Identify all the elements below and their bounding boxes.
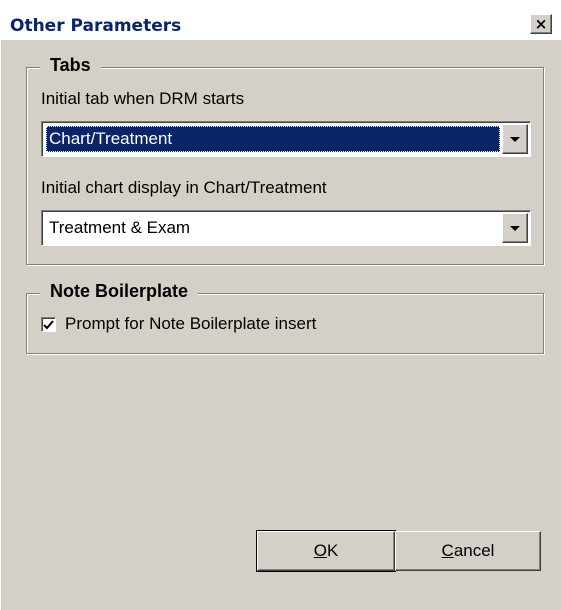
initial-chart-value: Treatment & Exam (49, 218, 191, 237)
initial-tab-dropdown-button[interactable] (502, 124, 528, 154)
initial-tab-select[interactable]: Chart/Treatment (41, 121, 531, 157)
ok-button-label: OK (313, 541, 339, 560)
checkmark-icon (43, 319, 54, 329)
chevron-down-icon (510, 225, 520, 231)
tabs-group-title: Tabs (40, 55, 101, 76)
ok-button[interactable]: OK (256, 530, 396, 572)
prompt-boilerplate-checkbox[interactable] (41, 317, 56, 332)
initial-chart-label: Initial chart display in Chart/Treatment (41, 178, 327, 197)
chevron-down-icon (510, 136, 520, 142)
initial-chart-dropdown-button[interactable] (502, 213, 528, 243)
prompt-boilerplate-label[interactable]: Prompt for Note Boilerplate insert (65, 314, 316, 334)
initial-chart-select[interactable]: Treatment & Exam (41, 210, 531, 246)
cancel-button-label: Cancel (441, 541, 495, 560)
window-border (0, 40, 1, 610)
window-title: Other Parameters (10, 16, 182, 36)
note-boilerplate-group-title: Note Boilerplate (40, 281, 199, 302)
initial-tab-label: Initial tab when DRM starts (41, 89, 245, 108)
close-icon: × (534, 14, 548, 33)
close-button[interactable]: × (530, 14, 552, 34)
initial-tab-value: Chart/Treatment (46, 126, 500, 152)
cancel-button[interactable]: Cancel (395, 531, 541, 571)
title-bar: Other Parameters × (0, 0, 561, 40)
